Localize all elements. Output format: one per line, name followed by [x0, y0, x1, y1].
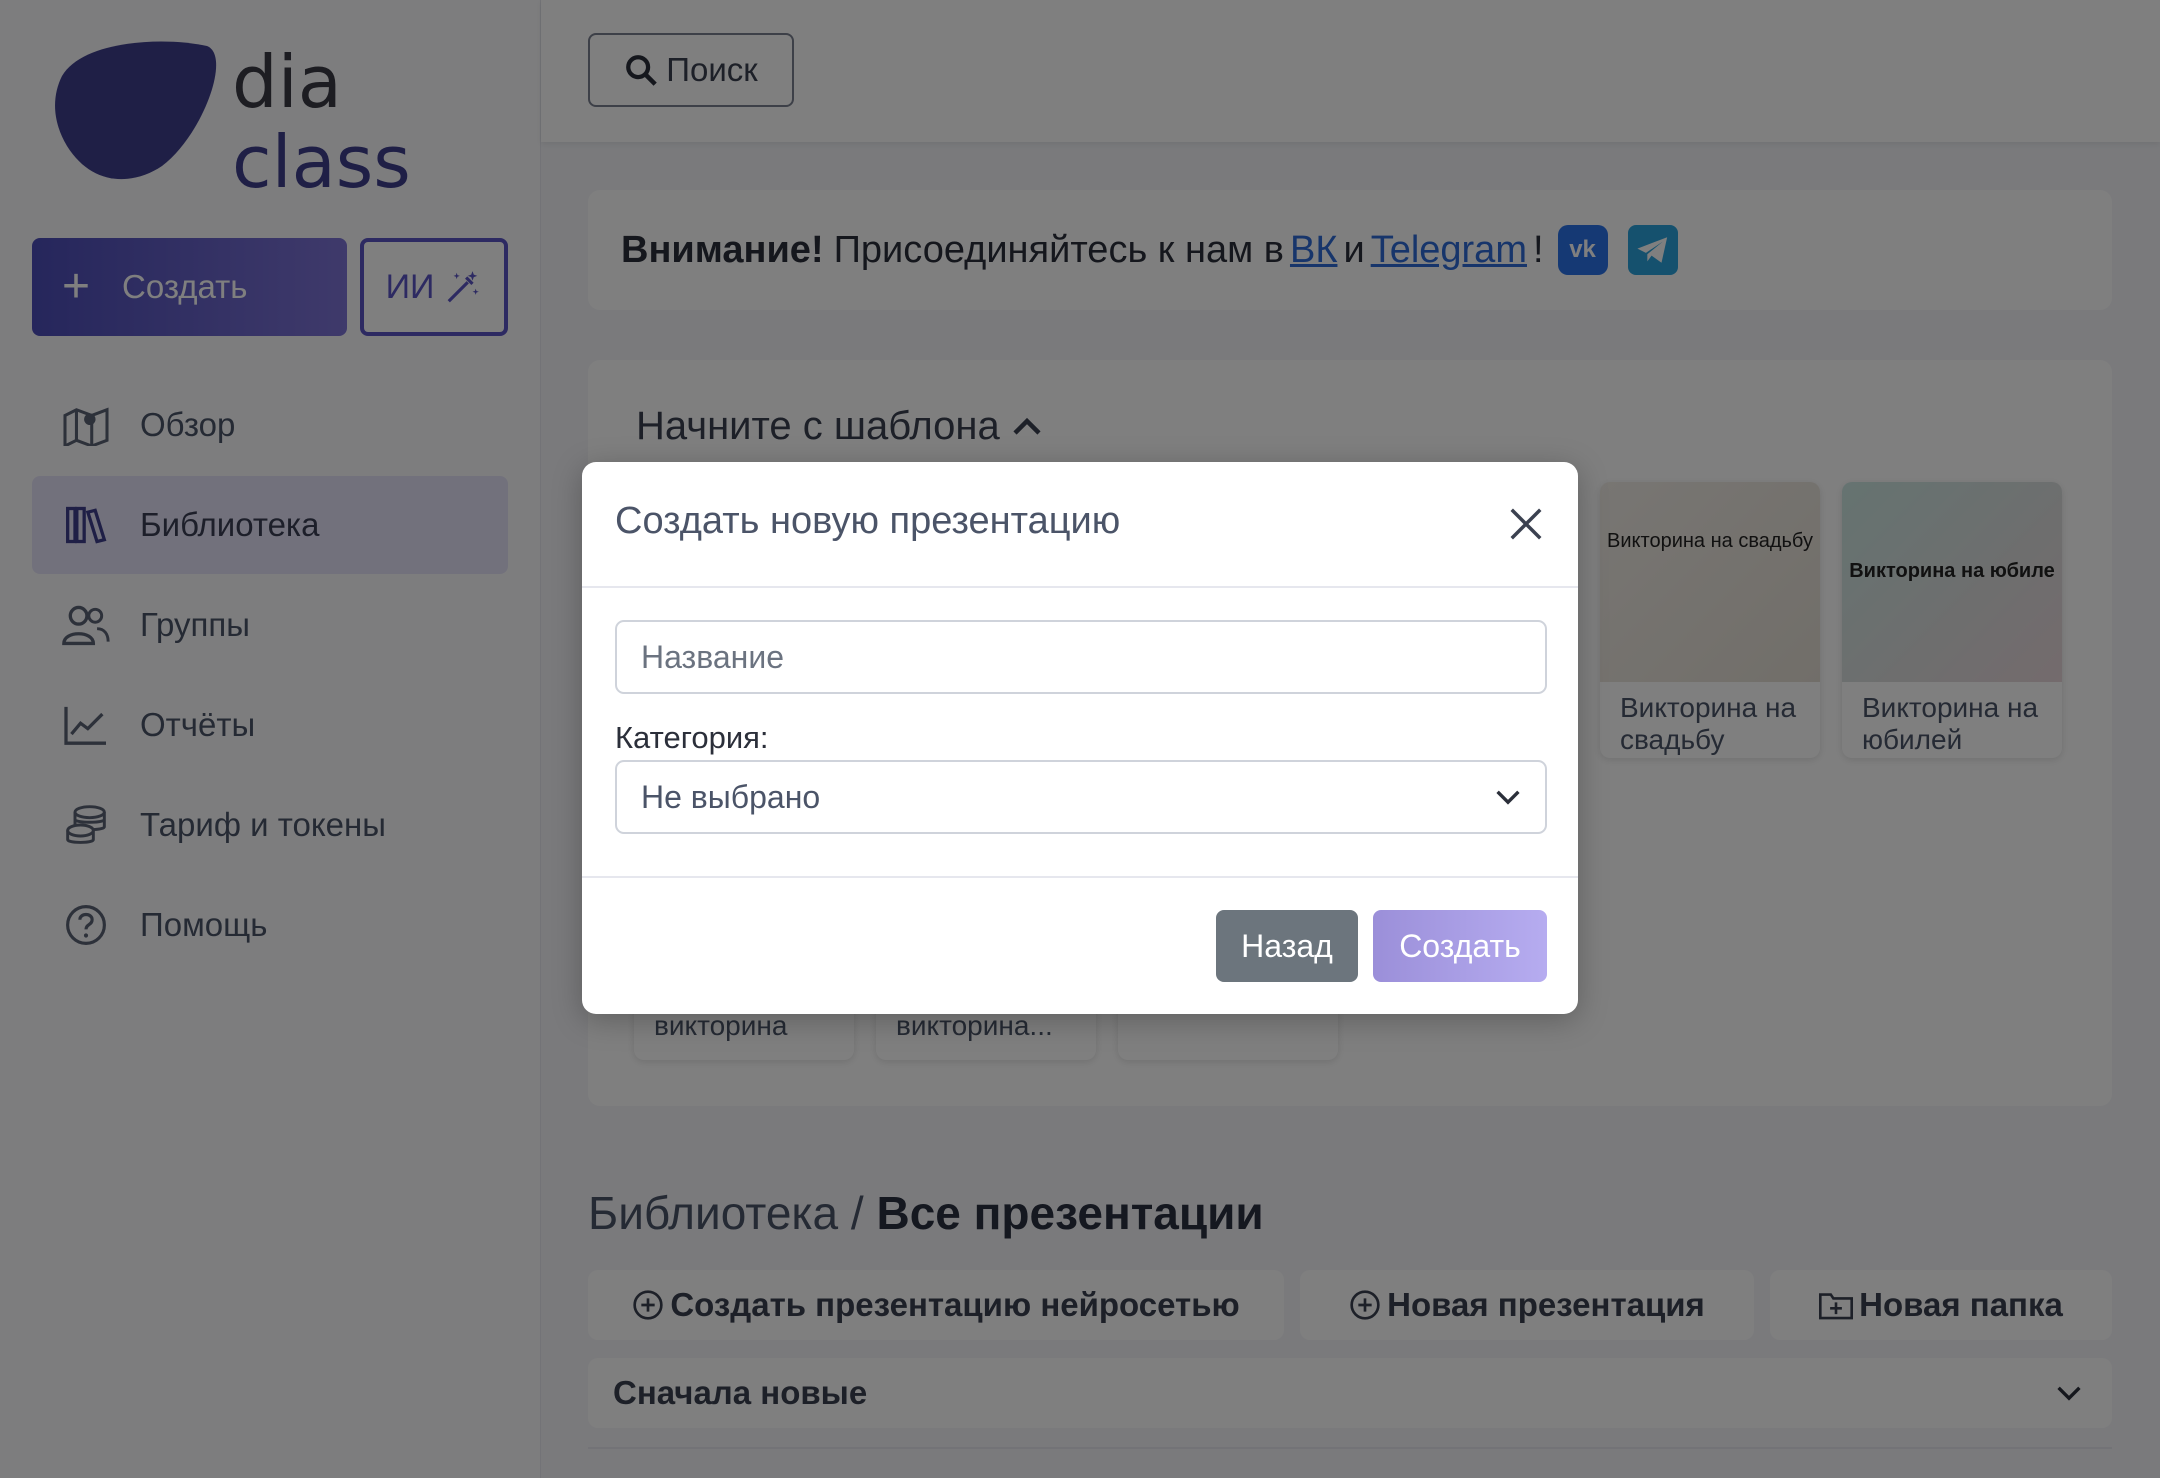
chevron-down-icon — [1496, 790, 1520, 805]
modal-title: Создать новую презентацию — [615, 500, 1121, 542]
category-select[interactable]: Не выбрано — [615, 760, 1547, 834]
category-select-value: Не выбрано — [641, 778, 821, 815]
modal-header-divider — [582, 586, 1578, 588]
close-button[interactable] — [1502, 500, 1550, 548]
back-button[interactable]: Назад — [1216, 910, 1358, 982]
close-icon — [1510, 508, 1542, 540]
create-presentation-modal: Создать новую презентацию Категория: Не … — [582, 462, 1578, 1014]
submit-create-button[interactable]: Создать — [1373, 910, 1547, 982]
modal-footer-divider — [582, 876, 1578, 878]
presentation-name-input[interactable] — [615, 620, 1547, 694]
category-label: Категория: — [615, 720, 769, 755]
